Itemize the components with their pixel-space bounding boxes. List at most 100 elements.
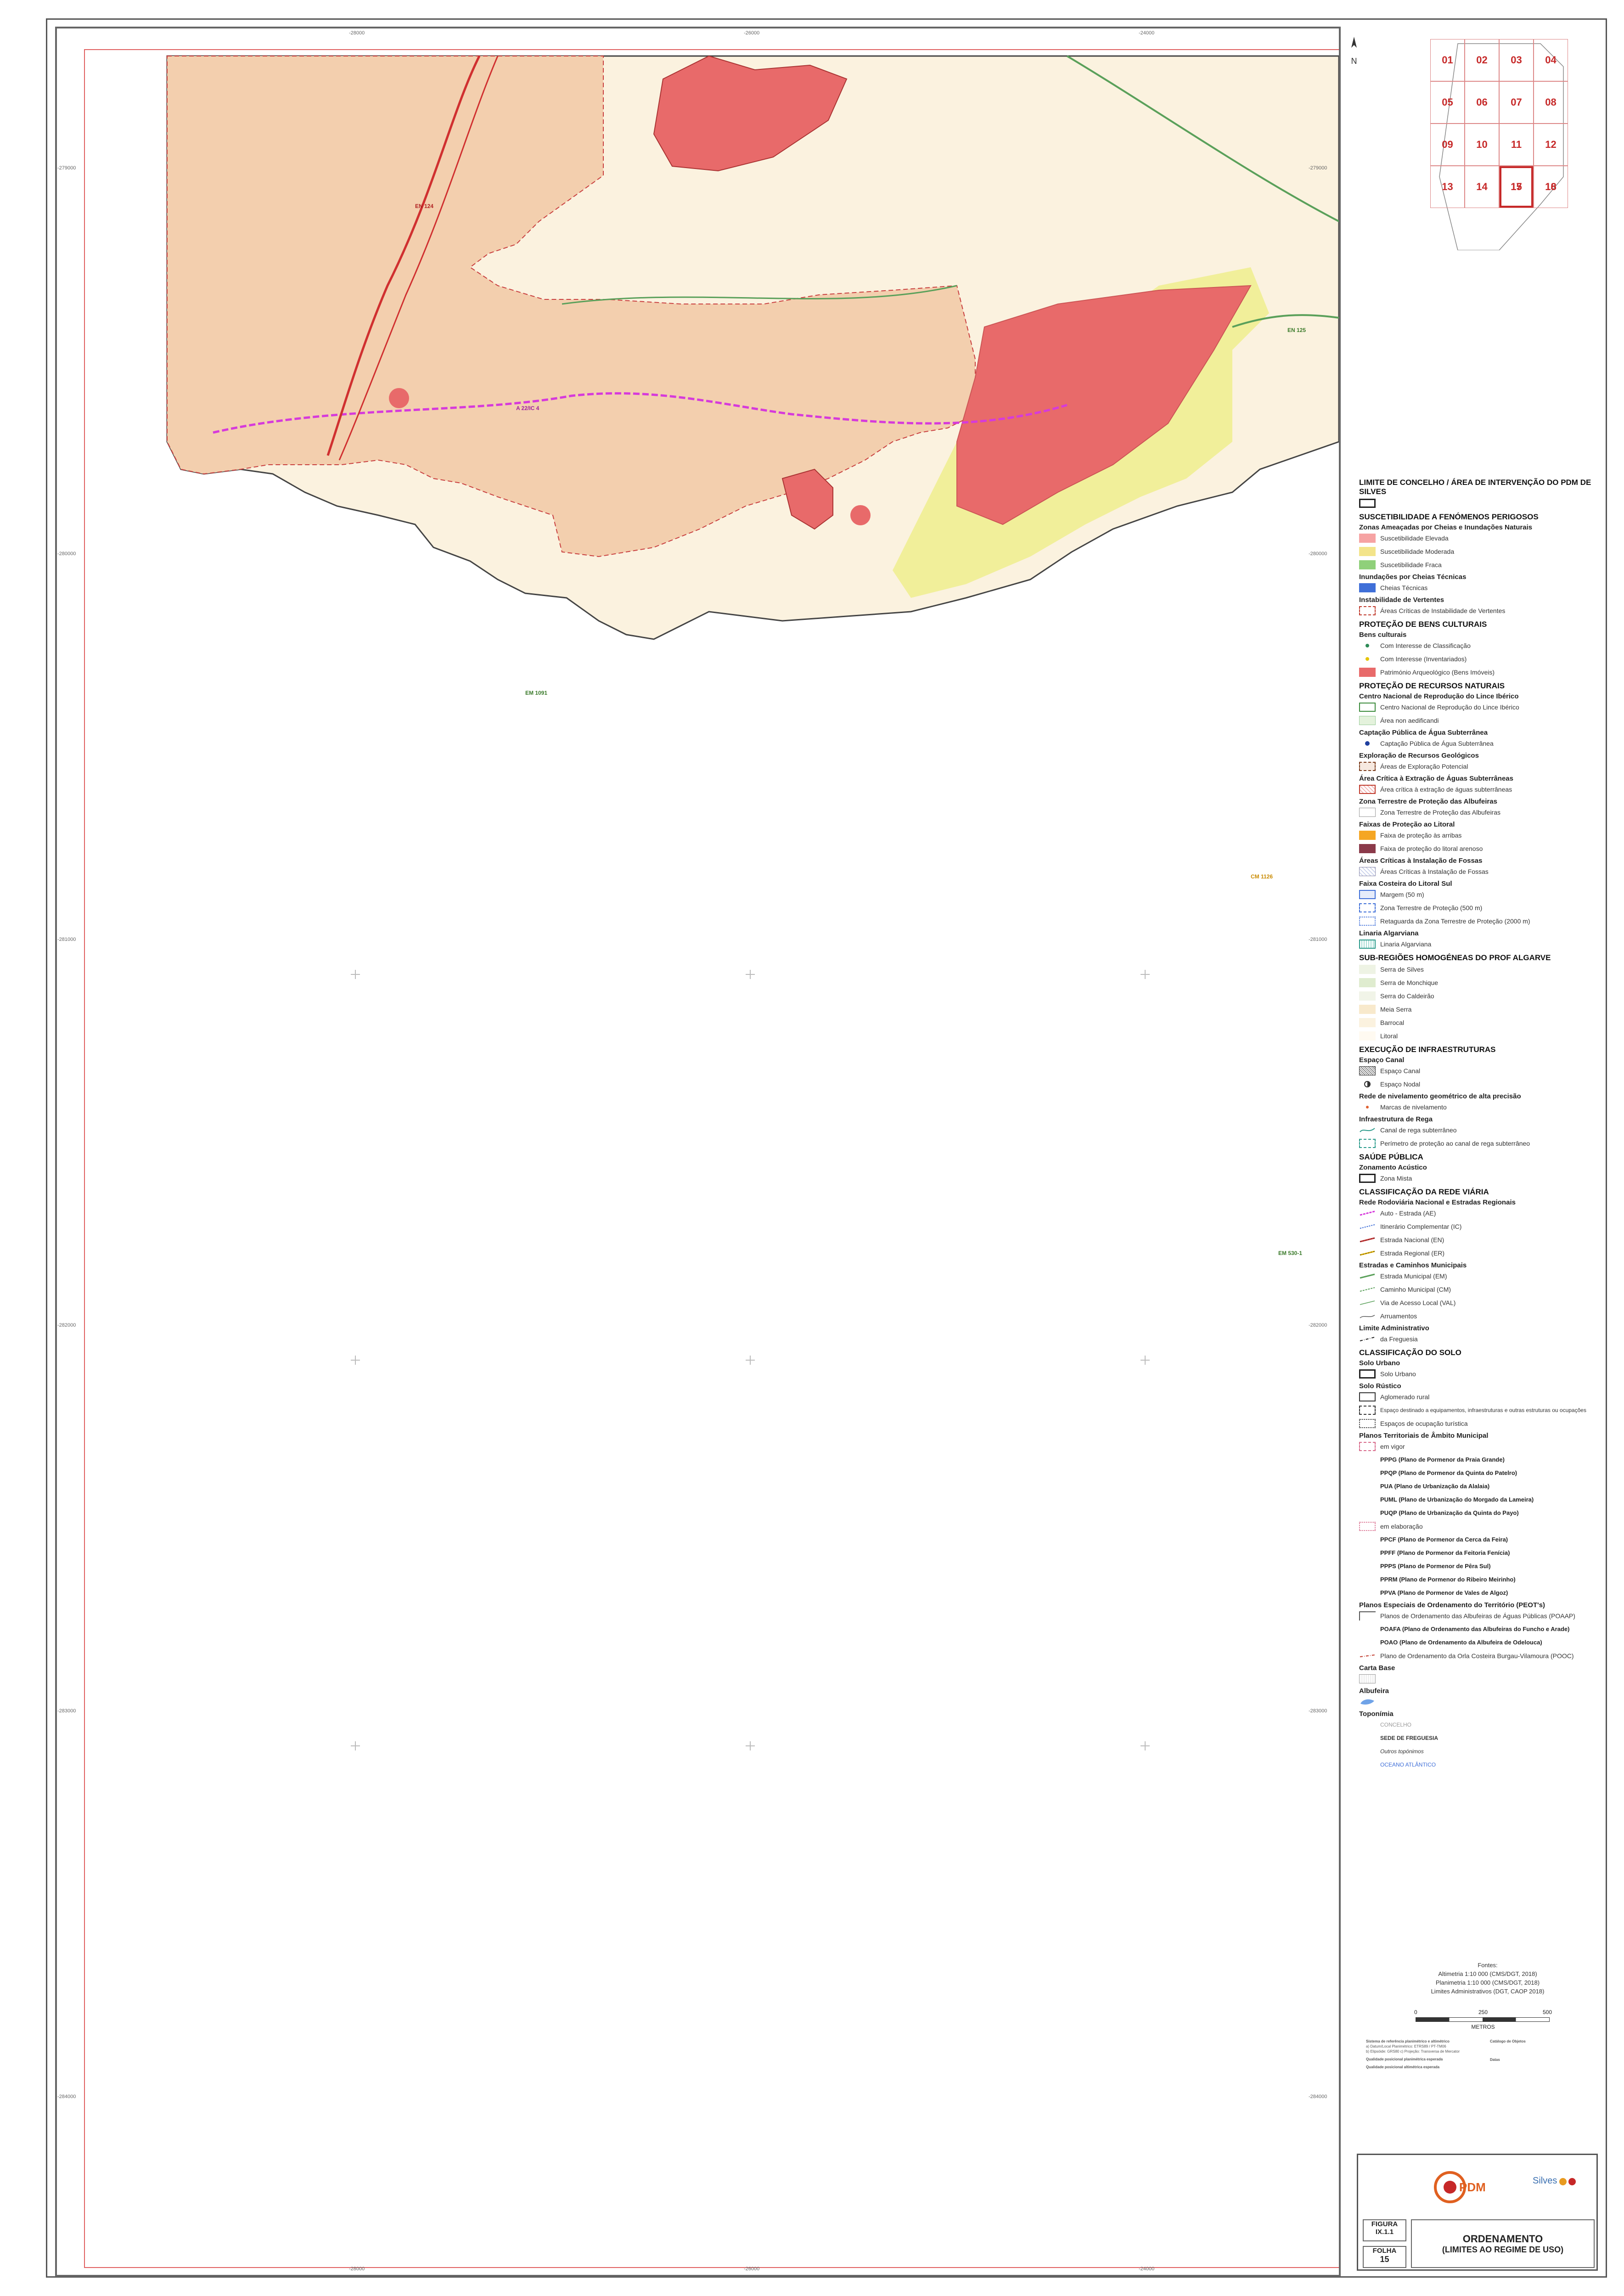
tourism-swatch-icon — [1359, 1418, 1376, 1428]
north-arrow-icon: N — [1348, 36, 1360, 66]
prof-caldeirao-swatch-icon — [1359, 991, 1376, 1001]
index-sheet-18[interactable]: 18 — [1534, 166, 1568, 208]
legend-heritage-sub: Bens culturais — [1359, 631, 1407, 639]
legend-coast-title: Faixas de Proteção ao Litoral — [1359, 821, 1455, 828]
peot-2: POAFA (Plano de Ordenamento das Albufeir… — [1380, 1626, 1570, 1632]
index-sheet-12[interactable]: 12 — [1534, 124, 1568, 166]
sheet-number: 15 — [1380, 2255, 1389, 2264]
legend-acoustic-title: Zonamento Acústico — [1359, 1164, 1427, 1171]
index-sheet-03[interactable]: 03 — [1499, 39, 1534, 81]
heritage-area-swatch-icon — [1359, 667, 1376, 677]
legend-prof-title: SUB-REGIÕES HOMOGÉNEAS DO PROF ALGARVE — [1359, 953, 1551, 962]
coast-1-label: Faixa de proteção às arribas — [1380, 831, 1462, 839]
south-2-label: Zona Terrestre de Proteção (500 m) — [1380, 904, 1483, 912]
urban-label: Solo Urbano — [1380, 1370, 1416, 1378]
slope-label: Áreas Críticas de Instabilidade de Verte… — [1380, 607, 1506, 614]
rural-swatch-icon — [1359, 1392, 1376, 1401]
logo-silves-dot2-icon — [1568, 2178, 1576, 2185]
north-label: N — [1351, 56, 1357, 66]
map-frame[interactable]: A 22/IC 4 EN 124 EM 1091 CM 1126 EN 125 … — [55, 27, 1341, 2277]
peot-3: POAO (Plano de Ordenamento da Albufeira … — [1380, 1639, 1542, 1646]
index-sheet-04[interactable]: 04 — [1534, 39, 1568, 81]
street-line-icon — [1359, 1311, 1376, 1321]
capt-label: Captação Pública de Água Subterrânea — [1380, 739, 1494, 747]
prof-monchique-swatch-icon — [1359, 978, 1376, 987]
plans-dev-label: em elaboração — [1380, 1522, 1423, 1530]
road-label-1: EM 530-1 — [1278, 1250, 1303, 1256]
level-mark-icon — [1359, 1103, 1376, 1112]
ref-a: Sistema de referência planimétrico e alt… — [1366, 2039, 1450, 2043]
reserv-swatch-icon — [1359, 807, 1376, 817]
limit-symbol-icon — [1359, 498, 1376, 508]
reservoir-icon — [1359, 1697, 1376, 1706]
legend-lynx-title: Centro Nacional de Reprodução do Lince I… — [1359, 692, 1519, 700]
plan-ppva: PPVA (Plano de Pormenor de Vales de Algo… — [1380, 1589, 1508, 1596]
prof-6-label: Litoral — [1380, 1032, 1398, 1040]
flood-mod-label: Suscetibilidade Moderada — [1380, 547, 1455, 555]
legend-tech-title: Inundações por Cheias Técnicas — [1359, 573, 1467, 581]
legend-pits-title: Áreas Críticas à Instalação de Fossas — [1359, 857, 1483, 865]
rrn-2-label: Itinerário Complementar (IC) — [1380, 1222, 1462, 1230]
index-sheet-05[interactable]: 05 — [1430, 81, 1465, 124]
coord-left-2: -280000 — [57, 551, 76, 557]
index-sheet-08[interactable]: 08 — [1534, 81, 1568, 124]
legend-albu-title: Albufeira — [1359, 1687, 1389, 1695]
mun-4-label: Arruamentos — [1380, 1312, 1417, 1320]
legend-rustic-title: Solo Rústico — [1359, 1382, 1401, 1390]
index-sheet-13[interactable]: 13 — [1430, 166, 1465, 208]
title-block: PDM Silves FIGURA IX.1.1 FOLHA 15 ORDENA… — [1357, 2154, 1598, 2271]
index-sheet-11[interactable]: 11 — [1499, 124, 1534, 166]
scale-bar: 0 250 500 METROS — [1414, 2009, 1561, 2030]
mun-2-label: Caminho Municipal (CM) — [1380, 1285, 1451, 1293]
index-sheet-06[interactable]: 06 — [1465, 81, 1499, 124]
legend-urban-title: Solo Urbano — [1359, 1359, 1400, 1367]
crit-swatch-icon — [1359, 784, 1376, 794]
index-sheet-07[interactable]: 07 — [1499, 81, 1534, 124]
coord-left-1: -279000 — [57, 165, 76, 171]
base-map-icon — [1359, 1674, 1376, 1683]
coord-bottom-1: -28000 — [349, 2266, 365, 2272]
plan-ppcf: PPCF (Plano de Pormenor da Cerca da Feir… — [1380, 1536, 1508, 1543]
map-canvas[interactable] — [57, 28, 1339, 2275]
legend-infra-title: EXECUÇÃO DE INFRAESTRUTURAS — [1359, 1045, 1496, 1054]
index-sheet-17[interactable]: 17 — [1499, 166, 1534, 208]
logo-pdm-icon: PDM — [1432, 2162, 1486, 2212]
legend-topo-title: Toponímia — [1359, 1710, 1394, 1718]
flood-low-swatch-icon — [1359, 560, 1376, 569]
map-subtitle: (LIMITES AO REGIME DE USO) — [1442, 2245, 1564, 2254]
prof-3-label: Serra do Caldeirão — [1380, 992, 1434, 1000]
rustic-2-label: Espaço destinado a equipamentos, infraes… — [1380, 1407, 1586, 1413]
rrn-4-label: Estrada Regional (ER) — [1380, 1249, 1445, 1257]
legend-adm-title: Limite Administrativo — [1359, 1324, 1429, 1332]
peot-4-label: Plano de Ordenamento da Orla Costeira Bu… — [1380, 1652, 1574, 1660]
en-line-icon — [1359, 1235, 1376, 1244]
coord-left-4: -282000 — [57, 1322, 76, 1328]
coast-2-label: Faixa de proteção do litoral arenoso — [1380, 844, 1483, 852]
peot-1-label: Planos de Ordenamento das Albufeiras de … — [1380, 1612, 1575, 1620]
rustic-1-label: Aglomerado rural — [1380, 1393, 1430, 1401]
lynx-swatch-icon — [1359, 702, 1376, 712]
tech-flood-label: Cheias Técnicas — [1380, 584, 1428, 591]
scale-unit: METROS — [1471, 2024, 1495, 2030]
index-sheet-01[interactable]: 01 — [1430, 39, 1465, 81]
coast-cliff-swatch-icon — [1359, 830, 1376, 840]
figure-label: FIGURA — [1371, 2220, 1398, 2228]
index-sheet-14[interactable]: 14 — [1465, 166, 1499, 208]
sources-block: Fontes: Altimetria 1:10 000 (CMS/DGT, 20… — [1405, 1961, 1570, 1996]
ref-f: Catálogo de Objetos — [1490, 2039, 1526, 2043]
heritage-point-2 — [850, 505, 871, 525]
irr-1-label: Canal de rega subterrâneo — [1380, 1126, 1457, 1134]
legend-road-title: CLASSIFICAÇÃO DA REDE VIÁRIA — [1359, 1187, 1489, 1196]
sources-line-3: Limites Administrativos (DGT, CAOP 2018) — [1431, 1988, 1545, 1995]
lynx-1-label: Centro Nacional de Reprodução do Lince I… — [1380, 703, 1519, 711]
index-sheet-09[interactable]: 09 — [1430, 124, 1465, 166]
index-sheet-10[interactable]: 10 — [1465, 124, 1499, 166]
coord-right-6: -284000 — [1309, 2094, 1327, 2099]
grid-crosses — [351, 970, 1150, 1750]
coord-top-2: -26000 — [744, 30, 760, 36]
crit-label: Área crítica à extração de águas subterr… — [1380, 785, 1512, 793]
index-sheet-02[interactable]: 02 — [1465, 39, 1499, 81]
rrn-3-label: Estrada Nacional (EN) — [1380, 1236, 1444, 1244]
legend-mun-title: Estradas e Caminhos Municipais — [1359, 1261, 1467, 1269]
slope-swatch-icon — [1359, 606, 1376, 615]
